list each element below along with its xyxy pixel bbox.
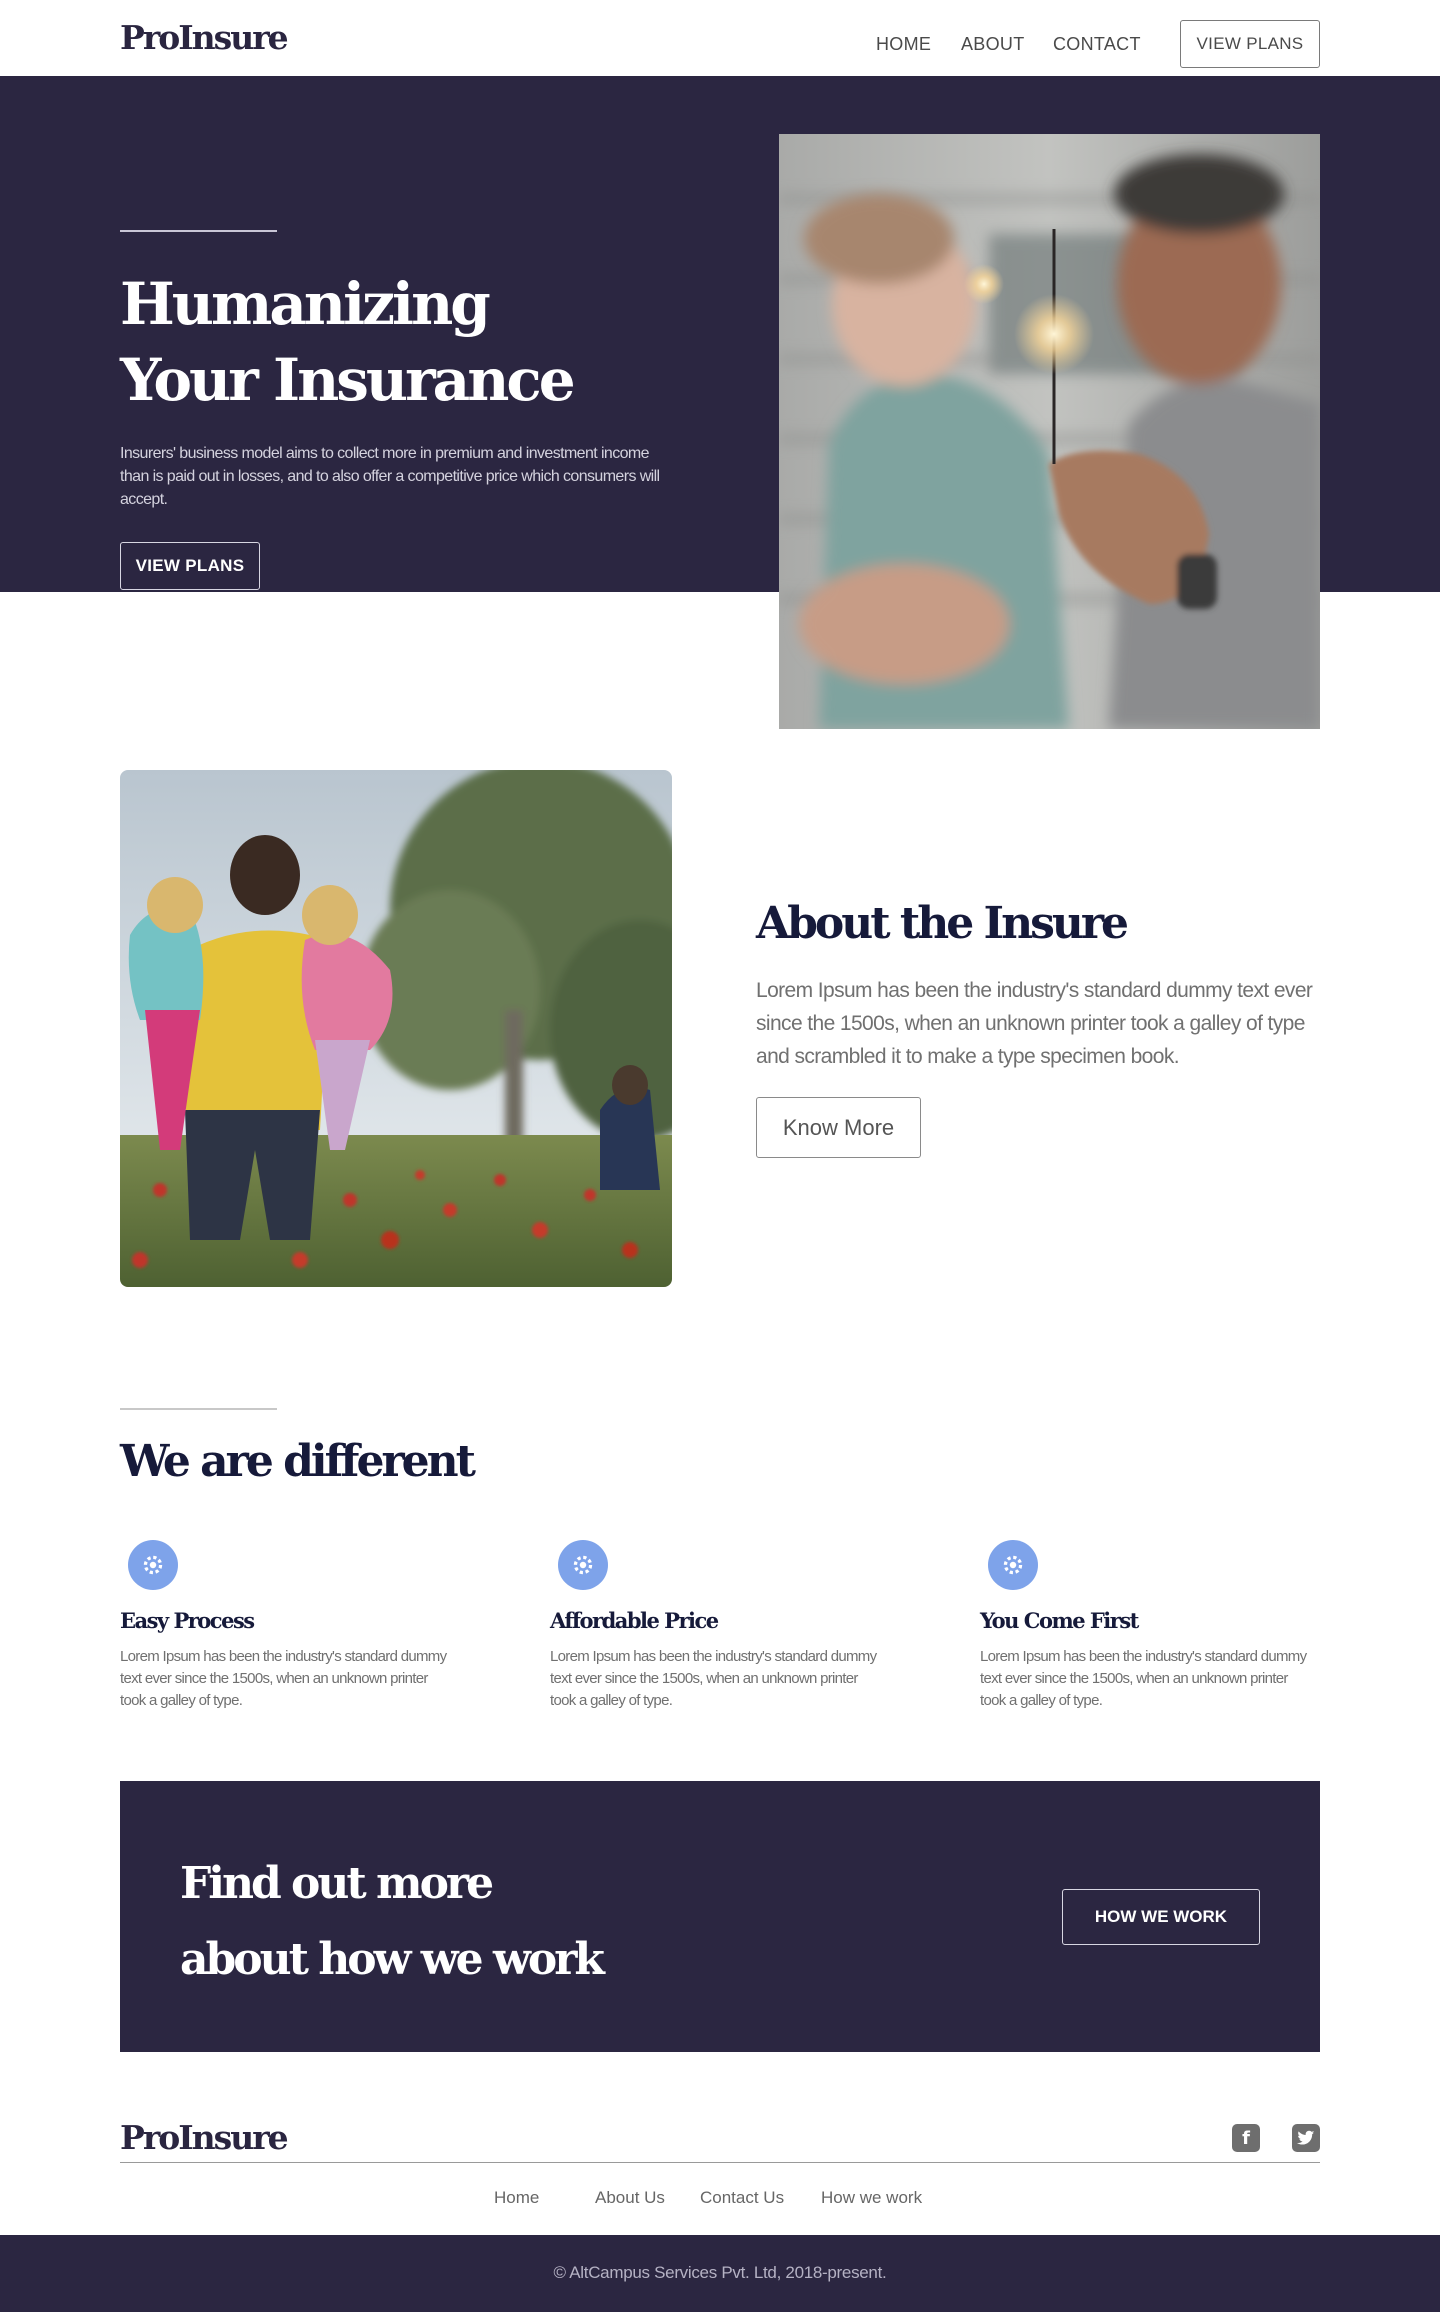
- footer-about-link[interactable]: About Us: [595, 2188, 665, 2208]
- hero-title: Humanizing Your Insurance: [120, 266, 680, 418]
- about-description: Lorem Ipsum has been the industry's stan…: [756, 979, 1313, 1068]
- hero-photo-illustration: [779, 134, 1320, 729]
- different-title: We are different: [120, 1436, 476, 1487]
- know-more-button[interactable]: Know More: [756, 1097, 921, 1158]
- copyright-text: © AltCampus Services Pvt. Ltd, 2018-pres…: [553, 2263, 887, 2282]
- gear-icon: [988, 1540, 1038, 1590]
- nav-about-link[interactable]: ABOUT: [961, 34, 1025, 55]
- footer-divider: [120, 2162, 1320, 2163]
- hero-description: Insurers' business model aims to collect…: [120, 445, 660, 508]
- feature-description: Lorem Ipsum has been the industry's stan…: [550, 1648, 877, 1709]
- feature-title: Affordable Price: [550, 1608, 719, 1633]
- how-we-work-button[interactable]: HOW WE WORK: [1062, 1889, 1260, 1945]
- feature-title: You Come First: [980, 1608, 1139, 1633]
- twitter-icon[interactable]: [1292, 2124, 1320, 2152]
- site-header: ProInsure HOME ABOUT CONTACT VIEW PLANS: [0, 0, 1440, 76]
- gear-icon: [558, 1540, 608, 1590]
- gear-icon: [128, 1540, 178, 1590]
- different-accent-line: [120, 1408, 277, 1410]
- about-photo-illustration: [120, 770, 672, 1287]
- hero-photo: [779, 134, 1320, 729]
- cta-title-line-1: Find out more: [180, 1858, 494, 1909]
- footer-logo[interactable]: ProInsure: [120, 2118, 289, 2157]
- cta-title-line-2: about how we work: [180, 1934, 605, 1985]
- feature-description: Lorem Ipsum has been the industry's stan…: [120, 1648, 447, 1709]
- feature-description: Lorem Ipsum has been the industry's stan…: [980, 1648, 1307, 1709]
- about-title: About the Insure: [756, 898, 1129, 949]
- feature-title: Easy Process: [120, 1608, 255, 1633]
- site-logo[interactable]: ProInsure: [120, 18, 289, 57]
- footer-home-link[interactable]: Home: [494, 2188, 539, 2208]
- nav-home-link[interactable]: HOME: [876, 34, 931, 55]
- nav-contact-link[interactable]: CONTACT: [1053, 34, 1141, 55]
- footer-contact-link[interactable]: Contact Us: [700, 2188, 784, 2208]
- copyright-bar: © AltCampus Services Pvt. Ltd, 2018-pres…: [0, 2235, 1440, 2312]
- cta-title: Find out more about how we work: [180, 1846, 740, 1998]
- cta-banner: Find out more about how we work HOW WE W…: [120, 1781, 1320, 2052]
- facebook-icon[interactable]: f: [1232, 2124, 1260, 2152]
- footer-how-we-work-link[interactable]: How we work: [821, 2188, 922, 2208]
- about-photo: [120, 770, 672, 1287]
- hero-accent-line: [120, 230, 277, 232]
- view-plans-nav-button[interactable]: VIEW PLANS: [1180, 20, 1320, 68]
- hero-title-line-1: Humanizing: [120, 270, 491, 338]
- hero-title-line-2: Your Insurance: [120, 346, 576, 414]
- view-plans-hero-button[interactable]: VIEW PLANS: [120, 542, 260, 590]
